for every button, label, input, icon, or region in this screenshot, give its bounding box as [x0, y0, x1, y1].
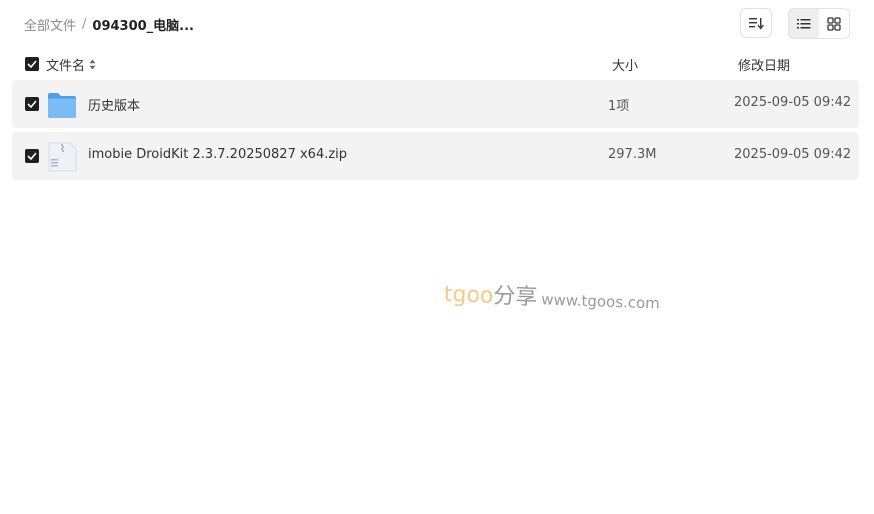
grid-view-button[interactable]	[819, 9, 849, 38]
file-name[interactable]: 历史版本	[88, 95, 140, 114]
breadcrumb-current-folder: 094300_电脑...	[92, 18, 194, 34]
file-list: 历史版本 1项 2025-09-05 09:42 imobie DroidKit…	[12, 80, 859, 184]
checkmark-icon	[27, 60, 37, 68]
file-list-header: 文件名 大小 修改日期	[12, 50, 859, 78]
sort-caret-icon	[89, 59, 96, 70]
checkmark-icon	[27, 152, 37, 160]
file-size: 297.3M	[608, 147, 657, 162]
checkmark-icon	[27, 100, 37, 108]
row-checkbox[interactable]	[25, 149, 39, 163]
watermark-brand: tgoo	[443, 282, 494, 309]
column-header-name-label: 文件名	[46, 59, 86, 74]
row-checkbox[interactable]	[25, 97, 39, 111]
folder-icon	[48, 93, 76, 118]
list-view-button[interactable]	[789, 9, 819, 38]
file-size: 1项	[608, 99, 630, 114]
breadcrumb: 全部文件 / 094300_电脑...	[24, 14, 194, 34]
zip-file-icon	[48, 142, 77, 172]
grid-view-icon	[827, 16, 841, 31]
file-browser: 全部文件 / 094300_电脑... 文件名 大小 修改日期 历史版本 1项 …	[0, 0, 874, 514]
column-header-date[interactable]: 修改日期	[738, 55, 790, 74]
watermark-share: 分享	[492, 283, 538, 311]
file-modified-date: 2025-09-05 09:42	[734, 147, 852, 162]
breadcrumb-root-link[interactable]: 全部文件	[24, 15, 76, 34]
list-view-icon	[797, 18, 811, 28]
view-toggle	[788, 8, 850, 39]
sort-order-icon	[749, 18, 764, 30]
file-name[interactable]: imobie DroidKit 2.3.7.20250827 x64.zip	[88, 147, 347, 162]
file-row[interactable]: 历史版本 1项 2025-09-05 09:42	[12, 80, 859, 128]
breadcrumb-separator: /	[82, 16, 87, 32]
file-modified-date: 2025-09-05 09:42	[734, 95, 852, 110]
select-all-checkbox[interactable]	[25, 57, 39, 71]
sort-button[interactable]	[740, 8, 772, 38]
column-header-name[interactable]: 文件名	[46, 55, 96, 74]
column-header-size[interactable]: 大小	[612, 55, 638, 74]
file-row[interactable]: imobie DroidKit 2.3.7.20250827 x64.zip 2…	[12, 132, 859, 180]
watermark: tgoo 分享 www.tgoos.com	[443, 276, 660, 316]
watermark-url: www.tgoos.com	[541, 290, 661, 313]
